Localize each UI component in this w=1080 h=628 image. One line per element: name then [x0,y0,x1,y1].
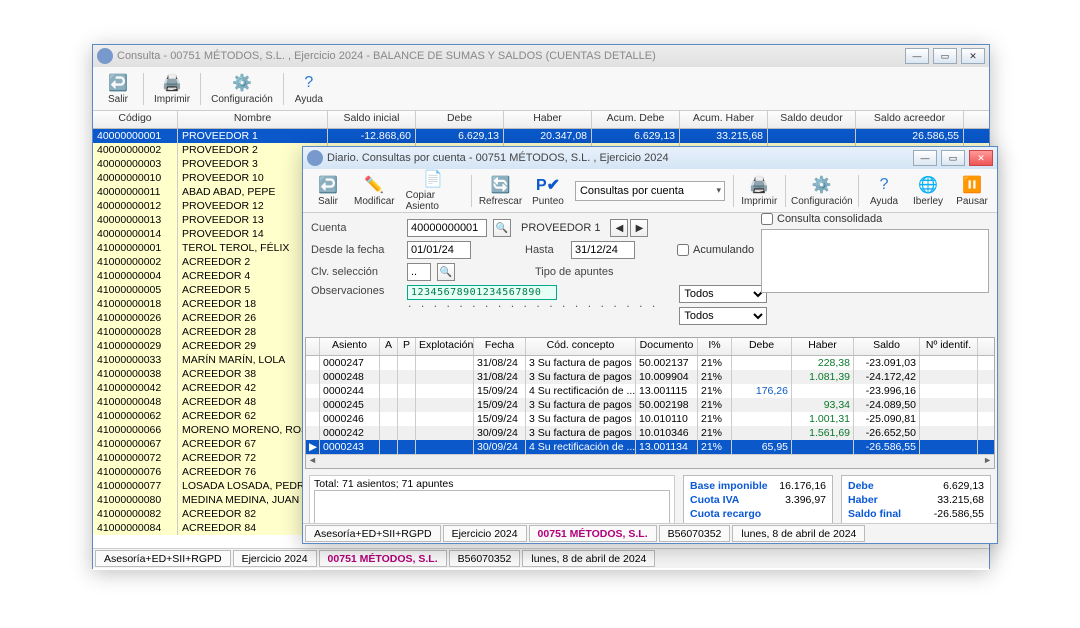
table-row[interactable]: 000024831/08/243 Su factura de pagos10.0… [306,370,994,384]
hasta-input[interactable] [571,241,635,259]
selection-box[interactable]: 12345678901234567890 [407,285,557,300]
desde-input[interactable] [407,241,471,259]
view-combo[interactable]: Consultas por cuenta [575,181,725,201]
pause-button[interactable]: ⏸️Pausar [951,171,993,211]
cuenta-label: Cuenta [311,222,401,234]
diario-grid-header: AsientoAPExplotaciónFechaCód. conceptoDo… [306,338,994,356]
close-button[interactable]: ✕ [969,150,993,166]
app-icon [307,150,323,166]
copy-button[interactable]: 📄Copiar Asiento [400,171,468,211]
obs-label: Observaciones [311,285,401,297]
prev-account-button[interactable]: ◀ [610,219,628,237]
pause-icon: ⏸️ [962,175,982,195]
tipo-label: Tipo de apuntes [535,266,625,278]
help-button[interactable]: ?Ayuda [863,171,905,211]
hasta-label: Hasta [525,244,565,256]
table-row[interactable]: 40000000001PROVEEDOR 1-12.868,606.629,13… [93,129,989,143]
help-icon: ? [299,73,319,93]
minimize-button[interactable]: — [905,48,929,64]
maximize-button[interactable]: ▭ [941,150,965,166]
status-fecha: lunes, 8 de abril de 2024 [522,550,655,567]
help-button[interactable]: ?Ayuda [288,69,330,109]
close-button[interactable]: ✕ [961,48,985,64]
table-row[interactable]: ▶000024330/09/244 Su rectificación de ..… [306,440,994,454]
status-empresa: 00751 MÉTODOS, S.L. [319,550,447,567]
print-button[interactable]: 🖨️Imprimir [148,69,196,109]
help-icon: ? [874,175,894,195]
next-account-button[interactable]: ▶ [630,219,648,237]
config-button[interactable]: ⚙️Configuración [790,171,855,211]
printer-icon: 🖨️ [162,73,182,93]
print-button[interactable]: 🖨️Imprimir [738,171,781,211]
horizontal-scrollbar[interactable] [306,454,994,468]
selection-mask: . . . . . . . . . . . . . . . . . . . . [407,300,657,310]
iberley-button[interactable]: 🌐Iberley [907,171,949,211]
acumulando-checkbox[interactable]: Acumulando [677,244,754,256]
table-row[interactable]: 000024415/09/244 Su rectificación de ...… [306,384,994,398]
lookup-button[interactable]: 🔍 [493,219,511,237]
app-icon [97,48,113,64]
refresh-icon: 🔄 [490,175,510,195]
gear-icon: ⚙️ [232,73,252,93]
cuenta-input[interactable] [407,219,487,237]
toolbar: ↩️Salir 🖨️Imprimir ⚙️Configuración ?Ayud… [93,67,989,111]
config-button[interactable]: ⚙️Configuración [205,69,279,109]
memo-box[interactable] [761,229,989,293]
cuenta-name: PROVEEDOR 1 [521,222,600,234]
status-bar: Asesoría+ED+SII+RGPD Ejercicio 2024 0075… [93,548,989,568]
pencil-icon: ✏️ [364,175,384,195]
refresh-button[interactable]: 🔄Refrescar [476,171,525,211]
globe-icon: 🌐 [918,175,938,195]
title-bar[interactable]: Diario. Consultas por cuenta - 00751 MÉT… [303,147,997,169]
exit-button[interactable]: ↩️Salir [307,171,349,211]
exit-button[interactable]: ↩️Salir [97,69,139,109]
window-title: Diario. Consultas por cuenta - 00751 MÉT… [327,152,913,164]
table-row[interactable]: 000024731/08/243 Su factura de pagos50.0… [306,356,994,370]
status-ejercicio: Ejercicio 2024 [233,550,317,567]
title-bar[interactable]: Consulta - 00751 MÉTODOS, S.L. , Ejercic… [93,45,989,67]
minimize-button[interactable]: — [913,150,937,166]
table-row[interactable]: 000024230/09/243 Su factura de pagos10.0… [306,426,994,440]
diario-grid[interactable]: AsientoAPExplotaciónFechaCód. conceptoDo… [305,337,995,469]
toolbar: ↩️Salir ✏️Modificar 📄Copiar Asiento 🔄Ref… [303,169,997,213]
window-title: Consulta - 00751 MÉTODOS, S.L. , Ejercic… [117,50,905,62]
exit-icon: ↩️ [318,175,338,195]
table-row[interactable]: 000024515/09/243 Su factura de pagos50.0… [306,398,994,412]
status-bar: Asesoría+ED+SII+RGPD Ejercicio 2024 0075… [303,523,997,543]
printer-icon: 🖨️ [749,175,769,195]
clv-label: Clv. selección [311,266,401,278]
consolidada-checkbox[interactable]: Consulta consolidada [761,213,989,225]
balance-grid-header: CódigoNombreSaldo inicialDebeHaberAcum. … [93,111,989,129]
copy-icon: 📄 [423,169,443,189]
check-icon: P✔ [538,175,558,195]
clv-input[interactable] [407,263,431,281]
clv-lookup-button[interactable]: 🔍 [437,263,455,281]
gear-icon: ⚙️ [812,175,832,195]
status-cif: B56070352 [449,550,521,567]
punteo-button[interactable]: P✔Punteo [527,171,569,211]
desde-label: Desde la fecha [311,244,401,256]
modify-button[interactable]: ✏️Modificar [351,171,398,211]
diario-window: Diario. Consultas por cuenta - 00751 MÉT… [302,146,998,544]
maximize-button[interactable]: ▭ [933,48,957,64]
table-row[interactable]: 000024615/09/243 Su factura de pagos10.0… [306,412,994,426]
status-asesoria: Asesoría+ED+SII+RGPD [95,550,231,567]
tipo-select-1[interactable]: Todos [679,285,767,303]
exit-icon: ↩️ [108,73,128,93]
tipo-select-2[interactable]: Todos [679,307,767,325]
